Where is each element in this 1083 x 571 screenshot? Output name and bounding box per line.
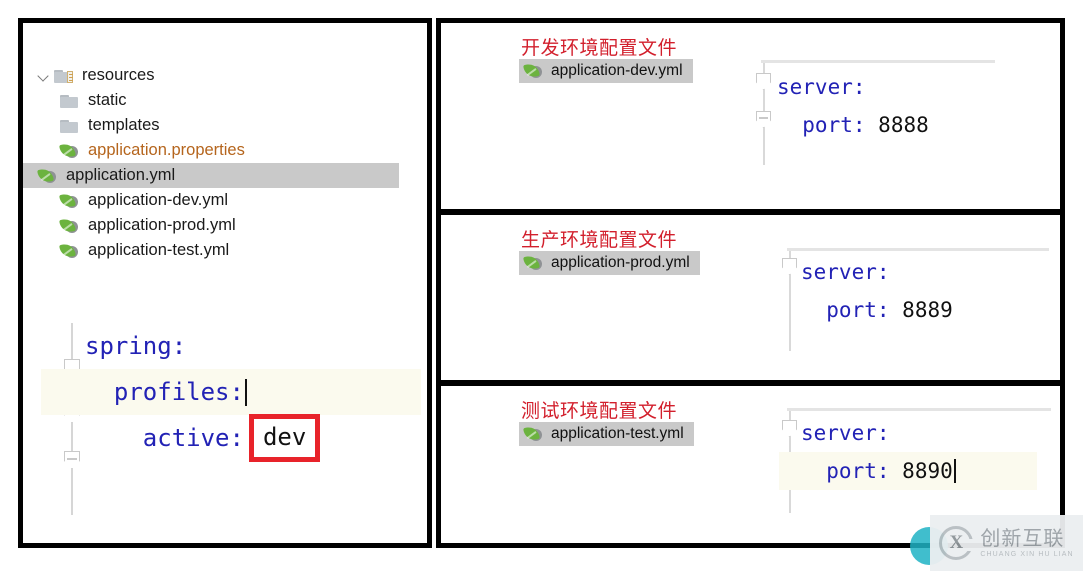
dev-environment-panel: 开发环境配置文件 application-dev.yml server: por… bbox=[436, 18, 1065, 214]
chevron-down-icon[interactable] bbox=[37, 69, 51, 83]
spring-leaf-icon bbox=[59, 142, 81, 160]
test-panel-heading: 测试环境配置文件 bbox=[521, 400, 678, 422]
yaml-key-active: active: bbox=[85, 424, 244, 452]
tree-item-label: resources bbox=[82, 66, 155, 84]
test-code-editor[interactable]: server: port: 8890 bbox=[779, 408, 1060, 518]
prod-environment-panel: 生产环境配置文件 application-prod.yml server: po… bbox=[436, 210, 1065, 385]
watermark-chinese: 创新互联 bbox=[980, 526, 1065, 550]
text-cursor bbox=[953, 459, 956, 483]
active-profile-highlight-box: dev bbox=[248, 414, 321, 462]
yaml-key-port: port: bbox=[801, 459, 890, 483]
code-line-active: active: dev bbox=[41, 414, 421, 462]
dev-panel-heading: 开发环境配置文件 bbox=[521, 37, 678, 59]
project-explorer-panel: resources static templates application.p… bbox=[18, 18, 432, 548]
watermark-logo-icon: X bbox=[939, 526, 975, 560]
tree-item-label: application.yml bbox=[66, 166, 176, 184]
yaml-value-active: dev bbox=[262, 423, 307, 451]
tree-item-label: static bbox=[88, 91, 127, 109]
text-cursor bbox=[244, 378, 247, 406]
code-line-port: port: 8888 bbox=[753, 106, 1055, 144]
editor-top-rule bbox=[787, 248, 1049, 251]
project-file-tree[interactable]: resources static templates application.p… bbox=[23, 63, 417, 263]
yaml-value-port-number: 8889 bbox=[902, 298, 953, 322]
prod-code-editor[interactable]: server: port: 8889 bbox=[779, 248, 1059, 356]
code-line-server: server: bbox=[779, 414, 1060, 452]
yaml-key-server: server: bbox=[801, 260, 890, 284]
code-line-server: server: bbox=[753, 68, 1055, 106]
spring-leaf-icon bbox=[523, 425, 545, 443]
yaml-key-spring: spring: bbox=[85, 332, 187, 360]
test-file-label: application-test.yml bbox=[551, 425, 684, 442]
code-line-port: port: 8890 bbox=[779, 452, 1037, 490]
dev-code-editor[interactable]: server: port: 8888 bbox=[753, 60, 1055, 170]
yaml-value-port-number: 8888 bbox=[878, 113, 929, 137]
screenshot-root: resources static templates application.p… bbox=[0, 0, 1083, 571]
watermark-mark: X bbox=[949, 532, 964, 553]
spring-leaf-icon bbox=[37, 167, 59, 185]
tree-item-label: templates bbox=[88, 116, 160, 134]
yaml-key-port: port: bbox=[801, 298, 890, 322]
code-line-profiles: profiles: bbox=[41, 369, 421, 415]
site-watermark: X 创新互联 CHUANG XIN HU LIAN bbox=[930, 515, 1083, 571]
folder-icon bbox=[59, 117, 81, 135]
tree-item-label: application-test.yml bbox=[88, 241, 230, 259]
watermark-pinyin: CHUANG XIN HU LIAN bbox=[980, 551, 1074, 558]
prod-file-label: application-prod.yml bbox=[551, 254, 690, 271]
spring-leaf-icon bbox=[523, 62, 545, 80]
folder-icon bbox=[59, 92, 81, 110]
tree-item-application-test-yml[interactable]: application-test.yml bbox=[37, 238, 417, 263]
application-yml-editor[interactable]: spring: profiles: active: dev .... . . . … bbox=[41, 323, 421, 515]
yaml-key-server: server: bbox=[777, 75, 866, 99]
prod-panel-heading: 生产环境配置文件 bbox=[521, 229, 678, 251]
tree-item-application-dev-yml[interactable]: application-dev.yml bbox=[37, 188, 417, 213]
folder-resources-icon bbox=[53, 67, 75, 85]
tree-item-resources[interactable]: resources bbox=[37, 63, 417, 88]
yaml-key-port: port: bbox=[777, 113, 866, 137]
spring-leaf-icon bbox=[523, 254, 545, 272]
prod-file-chip[interactable]: application-prod.yml bbox=[519, 251, 700, 275]
test-file-chip[interactable]: application-test.yml bbox=[519, 422, 694, 446]
code-line-port: port: 8889 bbox=[779, 291, 1059, 329]
tree-item-label: application.properties bbox=[88, 141, 245, 159]
tree-item-label: application-dev.yml bbox=[88, 191, 229, 209]
code-line-spring: spring: bbox=[41, 323, 421, 369]
yaml-value-port bbox=[866, 113, 879, 137]
editor-top-rule bbox=[787, 408, 1051, 411]
spring-leaf-icon bbox=[59, 217, 81, 235]
tree-item-application-yml[interactable]: application.yml bbox=[23, 163, 399, 188]
editor-top-rule bbox=[761, 60, 995, 63]
tree-item-static[interactable]: static bbox=[37, 88, 417, 113]
yaml-value-port-number: 8890 bbox=[902, 459, 953, 483]
tree-item-label: application-prod.yml bbox=[88, 216, 236, 234]
spring-leaf-icon bbox=[59, 242, 81, 260]
tree-item-application-prod-yml[interactable]: application-prod.yml bbox=[37, 213, 417, 238]
tree-item-templates[interactable]: templates bbox=[37, 113, 417, 138]
watermark-text: 创新互联 CHUANG XIN HU LIAN bbox=[980, 528, 1073, 558]
partial-cut-off-line: .... . . . ... .. .. ..... bbox=[89, 501, 389, 513]
dev-file-label: application-dev.yml bbox=[551, 62, 683, 79]
tree-item-application-properties[interactable]: application.properties bbox=[37, 138, 417, 163]
yaml-key-profiles: profiles: bbox=[85, 378, 244, 406]
code-line-server: server: bbox=[779, 253, 1059, 291]
panel-edge-notch bbox=[37, 331, 46, 339]
dev-file-chip[interactable]: application-dev.yml bbox=[519, 59, 693, 83]
yaml-key-server: server: bbox=[801, 421, 890, 445]
spring-leaf-icon bbox=[59, 192, 81, 210]
